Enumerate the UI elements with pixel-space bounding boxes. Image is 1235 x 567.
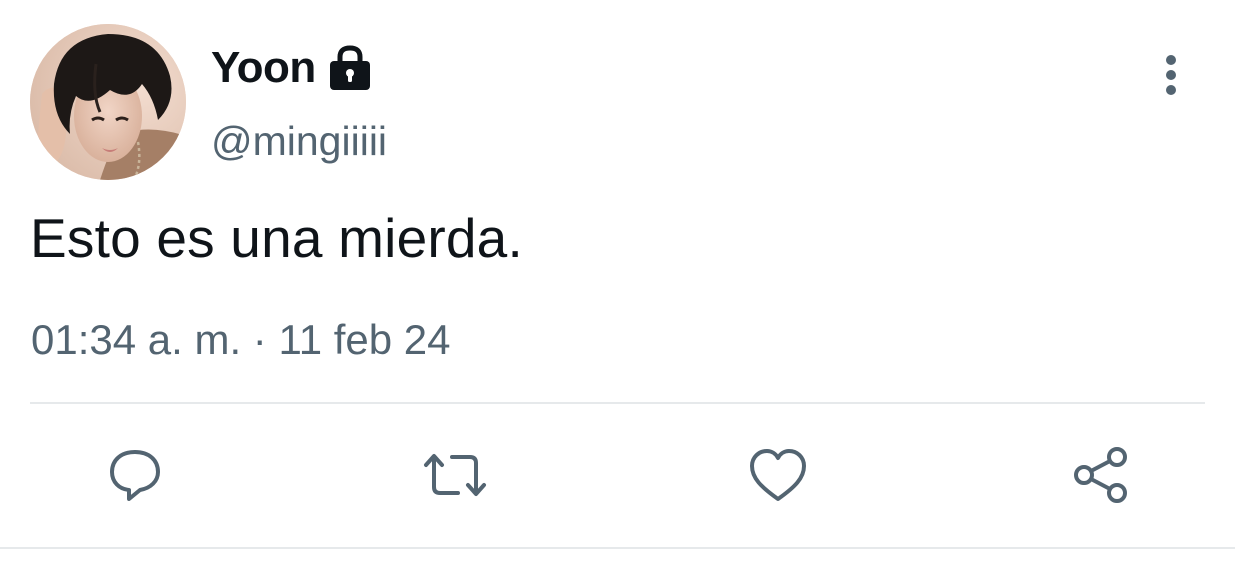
more-vertical-icon [1166,55,1176,95]
reply-icon [110,450,160,501]
divider [30,402,1205,404]
profile-photo-icon [30,24,186,180]
tweet-text: Esto es una mierda. [30,207,523,269]
display-name[interactable]: Yoon [211,43,316,93]
avatar[interactable] [30,24,186,180]
share-button[interactable] [1065,440,1135,510]
retweet-button[interactable] [420,440,490,510]
share-icon [1074,447,1127,503]
action-bar [0,440,1235,510]
tweet-timestamp[interactable]: 01:34 a. m. · 11 feb 24 [31,316,451,364]
heart-icon [750,449,806,501]
tweet-card: Yoon @mingiiiii Esto es una mierda. 01:3… [0,0,1235,567]
lock-icon [328,44,372,92]
like-button[interactable] [743,440,813,510]
display-name-row: Yoon [211,40,372,96]
bottom-divider [0,547,1235,549]
retweet-icon [424,454,486,496]
reply-button[interactable] [100,440,170,510]
user-handle[interactable]: @mingiiiii [211,118,387,165]
more-options-button[interactable] [1150,50,1194,100]
